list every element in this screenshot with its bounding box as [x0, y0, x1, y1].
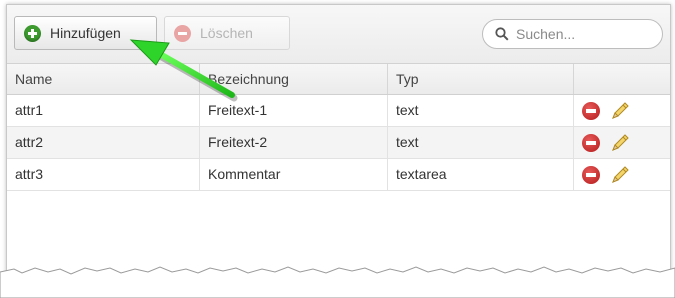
attribute-grid-panel: Hinzufügen Löschen Name Bezeichnung Typ … [6, 4, 671, 297]
cell-bezeichnung: Freitext-1 [200, 95, 388, 126]
cell-bezeichnung: Freitext-2 [200, 127, 388, 158]
remove-circle-icon[interactable] [582, 166, 600, 184]
pencil-icon[interactable] [609, 100, 631, 122]
remove-circle-icon[interactable] [582, 134, 600, 152]
column-header-name[interactable]: Name [7, 64, 200, 94]
delete-button[interactable]: Löschen [164, 16, 290, 50]
column-header-typ[interactable]: Typ [388, 64, 574, 94]
search-icon [495, 27, 509, 41]
minus-circle-icon [174, 24, 191, 42]
plus-circle-icon [24, 24, 41, 42]
table-row[interactable]: attr3 Kommentar textarea [7, 159, 670, 191]
column-header-bezeichnung[interactable]: Bezeichnung [200, 64, 388, 94]
search-box[interactable] [482, 19, 663, 49]
toolbar: Hinzufügen Löschen [7, 5, 670, 64]
cell-typ: textarea [388, 159, 574, 190]
pencil-icon[interactable] [609, 132, 631, 154]
search-input[interactable] [516, 26, 646, 42]
cell-name: attr2 [7, 127, 200, 158]
table-row[interactable]: attr2 Freitext-2 text [7, 127, 670, 159]
table-row[interactable]: attr1 Freitext-1 text [7, 95, 670, 127]
cell-name: attr1 [7, 95, 200, 126]
add-button[interactable]: Hinzufügen [14, 16, 157, 50]
cell-typ: text [388, 95, 574, 126]
pencil-icon[interactable] [609, 164, 631, 186]
row-actions [582, 100, 631, 122]
add-button-label: Hinzufügen [50, 25, 121, 41]
torn-edge-decoration [0, 266, 675, 298]
remove-circle-icon[interactable] [582, 102, 600, 120]
column-header-actions [574, 64, 670, 94]
delete-button-label: Löschen [200, 25, 253, 41]
cell-name: attr3 [7, 159, 200, 190]
row-actions [582, 164, 631, 186]
cell-bezeichnung: Kommentar [200, 159, 388, 190]
row-actions [582, 132, 631, 154]
cell-typ: text [388, 127, 574, 158]
table-header: Name Bezeichnung Typ [7, 64, 670, 95]
